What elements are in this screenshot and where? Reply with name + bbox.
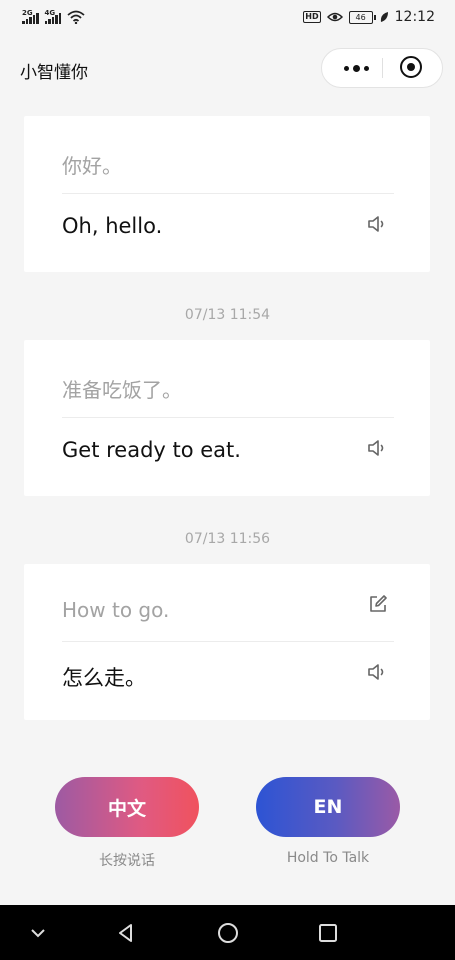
clock: 12:12 (394, 9, 435, 25)
source-text: 准备吃饭了。 (62, 378, 182, 402)
translation-card: How to go. 怎么走。 (24, 564, 430, 720)
more-dots-icon[interactable] (336, 59, 376, 77)
timestamp: 07/13 11:54 (184, 307, 271, 323)
source-text: 你好。 (62, 154, 122, 178)
status-left: 2G 4G (22, 9, 85, 24)
timestamp: 07/13 11:56 (184, 531, 271, 547)
speaker-icon[interactable] (366, 212, 390, 236)
close-mini-program-icon[interactable] (400, 56, 422, 78)
hd-badge: HD (303, 11, 321, 23)
translation-text: Oh, hello. (62, 214, 163, 238)
card-divider (62, 641, 394, 642)
eye-comfort-icon (326, 12, 343, 22)
system-navigation-bar (0, 905, 455, 960)
recents-icon[interactable] (314, 919, 342, 947)
home-icon[interactable] (214, 919, 242, 947)
mini-program-capsule (321, 48, 443, 88)
title-bar: 小智懂你 (0, 38, 455, 100)
source-text: How to go. (62, 598, 170, 622)
battery-icon: 46 (348, 10, 376, 24)
capsule-divider (382, 58, 383, 78)
signal-sim1-icon: 2G (22, 9, 39, 24)
sim1-network-tag: 2G (22, 9, 33, 17)
edit-icon[interactable] (366, 592, 390, 616)
chinese-hold-hint: 长按说话 (99, 853, 155, 869)
status-right: HD 46 12:12 (303, 9, 435, 25)
translation-text: Get ready to eat. (62, 438, 241, 462)
wifi-icon (67, 10, 85, 24)
english-hold-hint: Hold To Talk (286, 850, 370, 866)
signal-sim2-icon: 4G (44, 9, 61, 24)
speaker-icon[interactable] (366, 436, 390, 460)
card-divider (62, 417, 394, 418)
sim2-network-tag: 4G (44, 9, 56, 17)
translation-card: 你好。 Oh, hello. (24, 116, 430, 272)
english-talk-button[interactable]: EN (256, 777, 400, 837)
collapse-chevron-icon[interactable] (24, 919, 52, 947)
page-title: 小智懂你 (20, 63, 88, 83)
leaf-icon (380, 12, 388, 22)
status-bar: 2G 4G HD 46 12:12 (0, 0, 455, 38)
translation-card: 准备吃饭了。 Get ready to eat. (24, 340, 430, 496)
chinese-talk-button[interactable]: 中文 (55, 777, 199, 837)
card-divider (62, 193, 394, 194)
speaker-icon[interactable] (366, 660, 390, 684)
back-icon[interactable] (112, 919, 140, 947)
translation-text: 怎么走。 (62, 666, 146, 690)
